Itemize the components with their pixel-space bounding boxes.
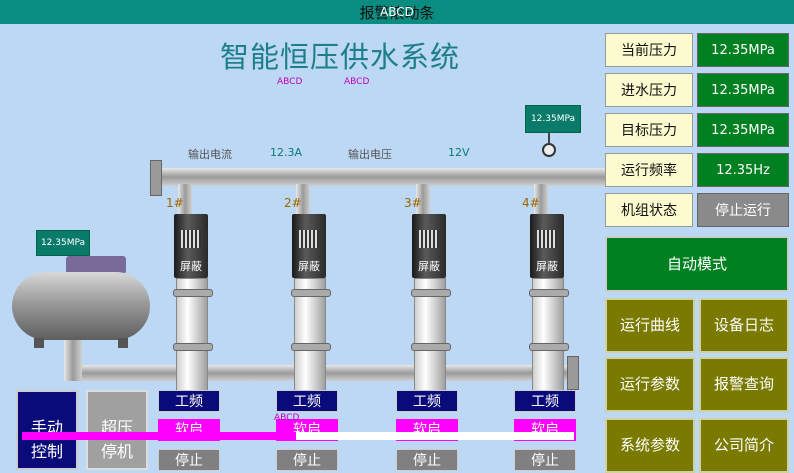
status-label: 运行频率 (605, 153, 693, 187)
nav-button[interactable]: 设备日志 (699, 298, 789, 353)
status-value: 停止运行 (697, 193, 789, 227)
overpressure-stop-button[interactable]: 超压 停机 (86, 390, 148, 470)
motor-status-label: 屏蔽 (298, 260, 320, 273)
motor-vent-icon (537, 230, 557, 248)
pump-stop-button[interactable]: 停止 (514, 449, 576, 471)
output-current-value: 12.3A (270, 146, 303, 159)
tank-pressure-badge: 12.35MPa (36, 230, 90, 256)
pump-ring (173, 289, 213, 297)
tank-outlet-pipe (64, 338, 82, 381)
pump-motor: 屏蔽 (412, 214, 446, 278)
motor-vent-icon (299, 230, 319, 248)
nav-button[interactable]: 运行曲线 (605, 298, 695, 353)
pressure-tank (12, 272, 150, 340)
tag-1: ABCD (277, 77, 303, 87)
pipe-flange-right (567, 356, 579, 390)
status-label: 目标压力 (605, 113, 693, 147)
status-label: 当前压力 (605, 33, 693, 67)
motor-vent-icon (419, 230, 439, 248)
scroll-text: ABCD (274, 413, 300, 423)
output-voltage-label: 输出电压 (348, 148, 392, 161)
status-value: 12.35MPa (697, 33, 789, 67)
pump-ring (291, 289, 331, 297)
pressure-gauge-icon (542, 143, 556, 157)
pump-ring (529, 289, 569, 297)
tank-leg-left (34, 338, 44, 348)
tank-leg-right (118, 338, 128, 348)
pump-number: 2# (284, 196, 302, 210)
tag-2: ABCD (344, 77, 370, 87)
motor-status-label: 屏蔽 (180, 260, 202, 273)
nav-button[interactable]: 系统参数 (605, 418, 695, 473)
pump-number: 4# (522, 196, 540, 210)
pump-ring (291, 343, 331, 351)
pump-body (173, 278, 213, 392)
outlet-pressure-badge: 12.35MPa (525, 105, 581, 133)
pump-number: 1# (166, 196, 184, 210)
nav-button[interactable]: 运行参数 (605, 357, 695, 412)
pump-ring (529, 343, 569, 351)
pump-motor: 屏蔽 (292, 214, 326, 278)
pump-mode-button[interactable]: 工频 (514, 390, 576, 412)
progress-fill (22, 432, 296, 440)
pump-body (411, 278, 451, 392)
pump-mode-button[interactable]: 工频 (276, 390, 338, 412)
status-value: 12.35MPa (697, 113, 789, 147)
pump-stop-button[interactable]: 停止 (158, 449, 220, 471)
status-value: 12.35Hz (697, 153, 789, 187)
pump-motor: 屏蔽 (530, 214, 564, 278)
pump-ring (411, 289, 451, 297)
status-value: 12.35MPa (697, 73, 789, 107)
pump-stop-button[interactable]: 停止 (396, 449, 458, 471)
motor-vent-icon (181, 230, 201, 248)
output-current-label: 输出电流 (188, 148, 232, 161)
gauge-stem (548, 133, 550, 143)
output-voltage-value: 12V (448, 146, 470, 159)
nav-button[interactable]: 报警查询 (699, 357, 789, 412)
pump-stop-button[interactable]: 停止 (276, 449, 338, 471)
pump-body (291, 278, 331, 392)
nav-button[interactable]: 公司简介 (699, 418, 789, 473)
pump-number: 3# (404, 196, 422, 210)
motor-status-label: 屏蔽 (418, 260, 440, 273)
pump-motor: 屏蔽 (174, 214, 208, 278)
pump-mode-button[interactable]: 工频 (396, 390, 458, 412)
status-label: 进水压力 (605, 73, 693, 107)
page-title: 智能恒压供水系统 (219, 40, 460, 74)
manual-control-button[interactable]: 手动 控制 (16, 390, 78, 470)
pump-body (529, 278, 569, 392)
alarm-scroll-text: ABCD (380, 5, 414, 19)
motor-status-label: 屏蔽 (536, 260, 558, 273)
pump-ring (411, 343, 451, 351)
pipe-flange-left (150, 160, 162, 196)
auto-mode-button[interactable]: 自动模式 (605, 236, 789, 292)
status-label: 机组状态 (605, 193, 693, 227)
pump-ring (173, 343, 213, 351)
pump-mode-button[interactable]: 工频 (158, 390, 220, 412)
